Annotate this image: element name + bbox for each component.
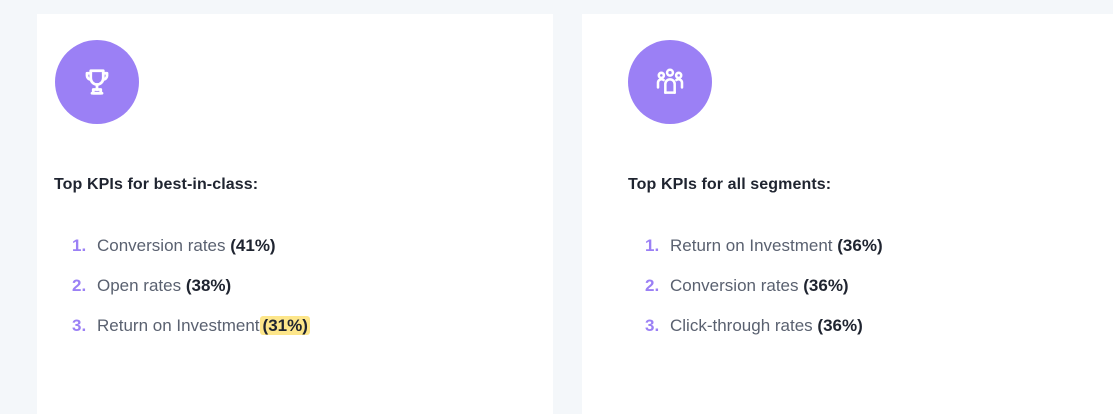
trophy-icon-badge <box>55 40 139 124</box>
card-title: Top KPIs for all segments: <box>628 176 832 193</box>
kpi-item: 2. Conversion rates (36%) <box>645 276 883 296</box>
kpi-label: Conversion rates <box>670 276 799 295</box>
kpi-label: Return on Investment <box>97 316 260 335</box>
users-group-icon <box>656 68 684 94</box>
kpi-label: Open rates <box>97 276 182 295</box>
card-title: Top KPIs for best-in-class: <box>54 176 259 193</box>
kpi-percentage: (41%) <box>230 236 276 255</box>
kpi-item: 1. Conversion rates (41%) <box>72 236 310 256</box>
kpi-percentage: (36%) <box>817 316 863 335</box>
kpi-label: Click-through rates <box>670 316 813 335</box>
kpi-card-best-in-class: Top KPIs for best-in-class: 1. Conversion… <box>37 14 553 414</box>
kpi-label: Return on Investment <box>670 236 833 255</box>
kpi-rank: 3. <box>645 316 660 335</box>
kpi-item: 3. Return on Investment (31%) <box>72 316 310 336</box>
kpi-rank: 1. <box>645 236 660 255</box>
kpi-rank: 2. <box>72 276 87 295</box>
kpi-list: 1. Return on Investment (36%) 2. Conversio… <box>645 236 883 356</box>
kpi-percentage: (38%) <box>185 276 232 295</box>
kpi-card-all-segments: Top KPIs for all segments: 1. Return on I… <box>582 14 1113 414</box>
kpi-label: Conversion rates <box>97 236 226 255</box>
kpi-rank: 2. <box>645 276 660 295</box>
kpi-percentage: (36%) <box>837 236 883 255</box>
users-group-icon-badge <box>628 40 712 124</box>
kpi-item: 3. Click-through rates (36%) <box>645 316 883 336</box>
kpi-list: 1. Conversion rates (41%) 2. Open rates (3… <box>72 236 310 356</box>
kpi-item: 2. Open rates (38%) <box>72 276 310 296</box>
kpi-percentage-highlighted: (31%) <box>259 316 310 335</box>
kpi-rank: 3. <box>72 316 87 335</box>
kpi-item: 1. Return on Investment (36%) <box>645 236 883 256</box>
kpi-rank: 1. <box>72 236 87 255</box>
kpi-percentage: (36%) <box>803 276 849 295</box>
trophy-icon <box>85 69 109 95</box>
